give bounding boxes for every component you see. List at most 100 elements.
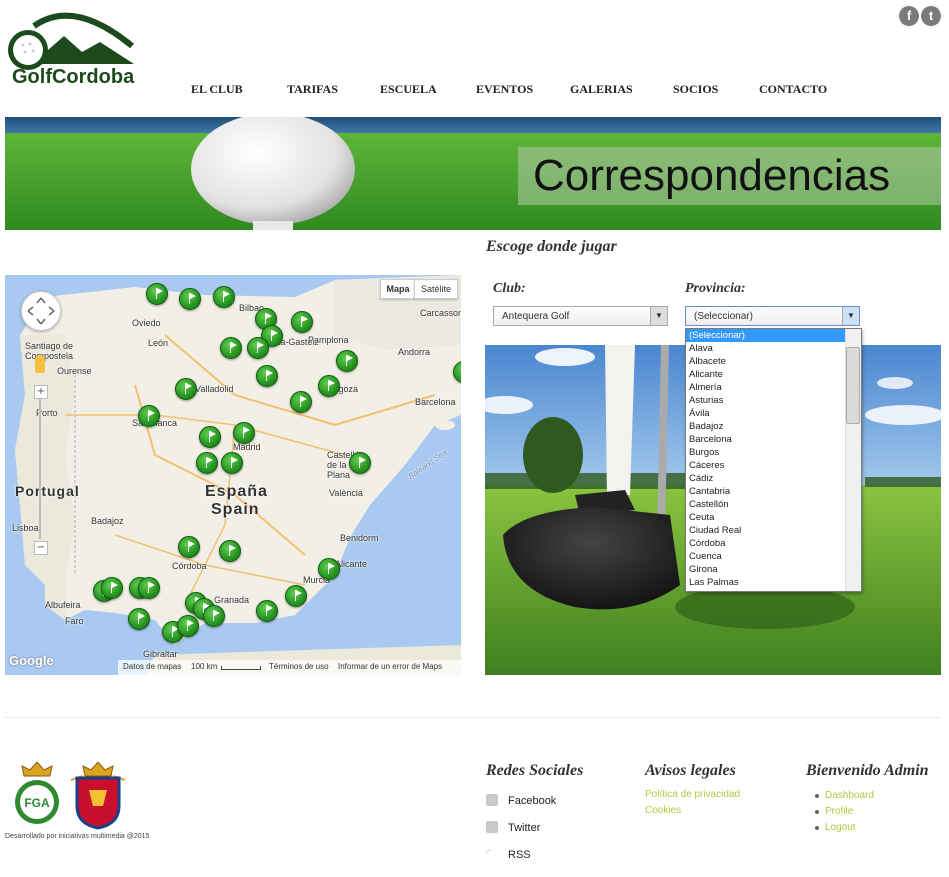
provincia-label: Provincia: <box>685 281 746 296</box>
option-alicante[interactable]: Alicante <box>686 368 861 381</box>
golf-marker[interactable] <box>179 288 201 310</box>
nav-item-tarifas[interactable]: TARIFAS <box>287 82 338 97</box>
golf-marker[interactable] <box>256 600 278 622</box>
golf-marker[interactable] <box>256 365 278 387</box>
option-castellon[interactable]: Castellón <box>686 498 861 511</box>
twitter-icon[interactable]: t <box>921 6 941 26</box>
footer-divider <box>5 717 941 718</box>
golf-marker[interactable] <box>219 540 241 562</box>
zoom-slider-track[interactable] <box>39 399 41 539</box>
map-city-oviedo: Oviedo <box>132 318 161 328</box>
golf-marker[interactable] <box>336 350 358 372</box>
nav-item-escuela[interactable]: ESCUELA <box>380 82 437 97</box>
option-burgos[interactable]: Burgos <box>686 446 861 459</box>
option-cadiz[interactable]: Cádiz <box>686 472 861 485</box>
provincia-select[interactable]: (Seleccionar) ▼ <box>685 306 860 326</box>
option-cuenca[interactable]: Cuenca <box>686 550 861 563</box>
golf-marker[interactable] <box>221 452 243 474</box>
golf-marker[interactable] <box>177 615 199 637</box>
golf-marker[interactable] <box>199 426 221 448</box>
golf-marker[interactable] <box>247 337 269 359</box>
map-country-espana: España <box>205 483 268 500</box>
golf-marker[interactable] <box>138 405 160 427</box>
scrollbar-thumb[interactable] <box>846 347 860 424</box>
map-city-albufeira: Albufeira <box>45 600 81 610</box>
golf-marker[interactable] <box>203 605 225 627</box>
map-country-spain: Spain <box>211 501 260 518</box>
footer-privacy-link[interactable]: Política de privacidad <box>645 789 740 800</box>
golf-marker[interactable] <box>318 375 340 397</box>
map-city-gibraltar: Gibraltar <box>143 649 178 659</box>
map-city-granada: Granada <box>214 595 250 605</box>
golf-marker[interactable] <box>349 452 371 474</box>
golf-marker[interactable] <box>213 286 235 308</box>
option-asturias[interactable]: Asturias <box>686 394 861 407</box>
list-bullet <box>815 794 819 798</box>
option-ceuta[interactable]: Ceuta <box>686 511 861 524</box>
footer-logout-link[interactable]: Logout <box>825 822 856 833</box>
map-type-mapa-button[interactable]: Mapa <box>380 279 416 299</box>
option-ciudad-real[interactable]: Ciudad Real <box>686 524 861 537</box>
option-cantabria[interactable]: Cantabria <box>686 485 861 498</box>
map-data-link[interactable]: Datos de mapas <box>123 662 181 671</box>
map-report-link[interactable]: Informar de un error de Maps <box>338 662 442 671</box>
facebook-icon[interactable]: f <box>899 6 919 26</box>
golf-marker[interactable] <box>196 452 218 474</box>
golf-marker[interactable] <box>101 577 123 599</box>
page-banner: Correspondencias <box>5 117 941 230</box>
google-map[interactable]: Oviedo Bilbao Santiago de Compostela Leó… <box>5 275 461 675</box>
option-alava[interactable]: Alava <box>686 342 861 355</box>
footer-avisos-title: Avisos legales <box>645 762 736 779</box>
nav-item-galerias[interactable]: GALERIAS <box>570 82 633 97</box>
facebook-icon <box>486 794 498 806</box>
golf-marker[interactable] <box>138 577 160 599</box>
option-barcelona[interactable]: Barcelona <box>686 433 861 446</box>
footer-profile-link[interactable]: Profile <box>825 806 853 817</box>
nav-item-el-club[interactable]: EL CLUB <box>191 82 243 97</box>
street-view-pegman-icon[interactable] <box>35 355 45 373</box>
map-type-satelite-button[interactable]: Satélite <box>414 279 458 299</box>
golf-marker[interactable] <box>146 283 168 305</box>
golf-marker[interactable] <box>178 536 200 558</box>
nav-item-socios[interactable]: SOCIOS <box>673 82 718 97</box>
option-seleccionar[interactable]: (Seleccionar) <box>686 329 861 342</box>
option-girona[interactable]: Girona <box>686 563 861 576</box>
golf-marker[interactable] <box>285 585 307 607</box>
banner-title: Correspondencias <box>533 151 891 200</box>
option-badajoz[interactable]: Badajoz <box>686 420 861 433</box>
zoom-in-button[interactable]: + <box>34 385 48 399</box>
zoom-out-button[interactable]: − <box>34 541 48 555</box>
footer-rss-link[interactable]: RSS <box>508 849 531 861</box>
footer-facebook-link[interactable]: Facebook <box>508 795 556 807</box>
map-city-cordoba: Córdoba <box>172 561 207 571</box>
golf-marker[interactable] <box>318 558 340 580</box>
nav-item-contacto[interactable]: CONTACTO <box>759 82 827 97</box>
golf-marker[interactable] <box>220 337 242 359</box>
golf-marker[interactable] <box>291 311 313 333</box>
dropdown-scrollbar[interactable] <box>845 329 861 591</box>
footer-cookies-link[interactable]: Cookies <box>645 805 681 816</box>
map-city-barcelona: Barcelona <box>415 397 456 407</box>
option-caceres[interactable]: Cáceres <box>686 459 861 472</box>
option-almeria[interactable]: Almería <box>686 381 861 394</box>
footer-admin-title: Bienvenido Admin <box>806 762 929 779</box>
option-las-palmas[interactable]: Las Palmas <box>686 576 861 589</box>
fga-text: FGA <box>24 796 50 810</box>
provincia-dropdown-list[interactable]: (Seleccionar) Alava Albacete Alicante Al… <box>685 328 862 592</box>
golf-marker[interactable] <box>290 391 312 413</box>
map-city-ourense: Ourense <box>57 366 92 376</box>
footer-twitter-link[interactable]: Twitter <box>508 822 540 834</box>
nav-item-eventos[interactable]: EVENTOS <box>476 82 533 97</box>
golf-marker[interactable] <box>175 378 197 400</box>
map-city-santiago: Santiago de Compostela <box>25 341 74 361</box>
footer-dashboard-link[interactable]: Dashboard <box>825 790 874 801</box>
option-avila[interactable]: Ávila <box>686 407 861 420</box>
golf-marker[interactable] <box>233 422 255 444</box>
map-pan-control[interactable] <box>21 291 61 331</box>
option-albacete[interactable]: Albacete <box>686 355 861 368</box>
golf-marker[interactable] <box>128 608 150 630</box>
option-cordoba[interactable]: Córdoba <box>686 537 861 550</box>
club-select[interactable]: Antequera Golf ▼ <box>493 306 668 326</box>
map-terms-link[interactable]: Términos de uso <box>269 662 329 671</box>
map-city-pamplona: Pamplona <box>308 335 349 345</box>
